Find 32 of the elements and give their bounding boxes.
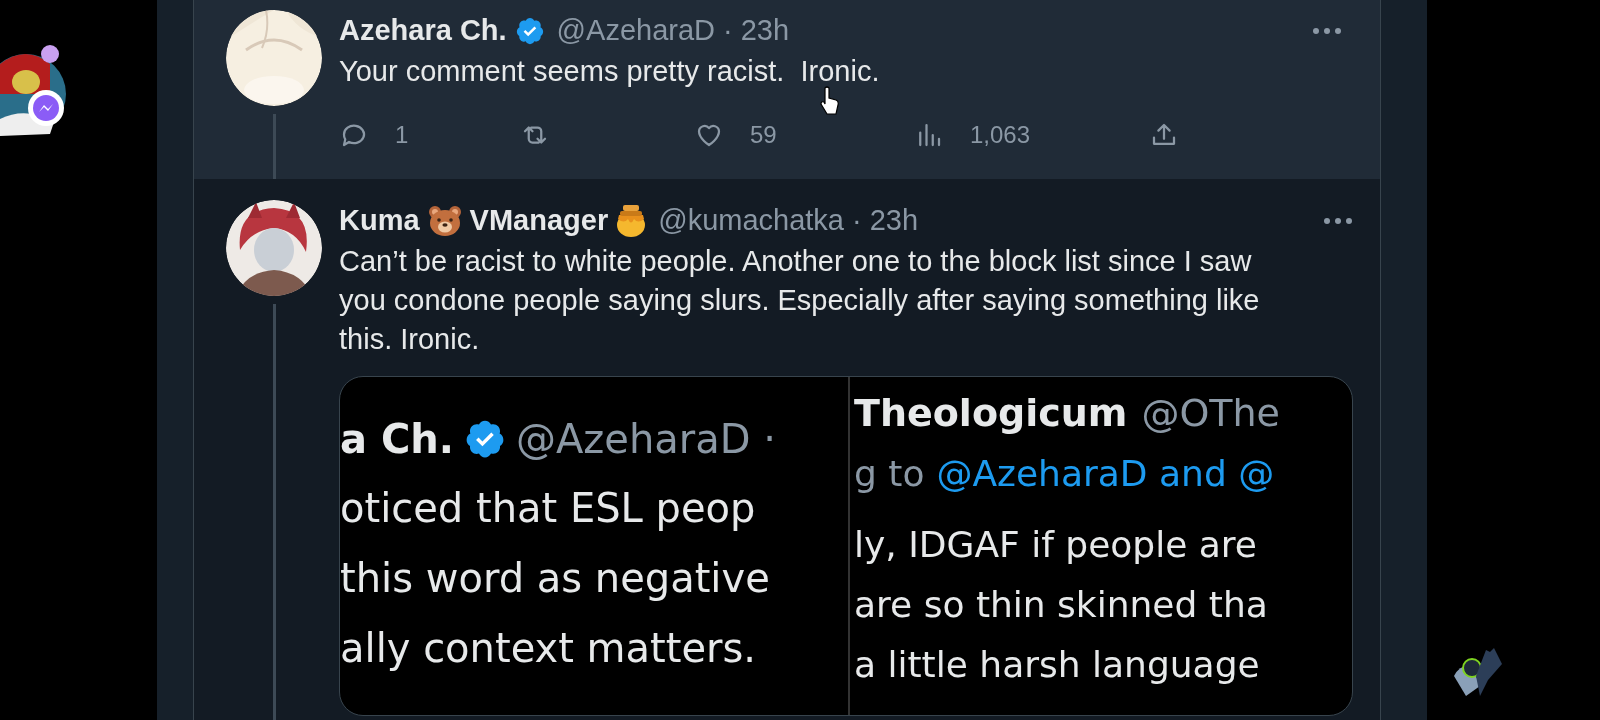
- tweet-text-line: this word as negative: [340, 554, 771, 603]
- more-options-icon[interactable]: [1323, 217, 1353, 225]
- honey-pot-icon: [616, 204, 647, 238]
- cursor-icon: [820, 86, 840, 116]
- tweet-text-line: oticed that ESL peop: [340, 484, 757, 533]
- like-count: 59: [750, 120, 777, 150]
- tweet-text-line: are so thin skinned tha: [854, 583, 1269, 627]
- author-handle: @OThe: [1141, 390, 1280, 437]
- author-name[interactable]: VManager: [469, 199, 609, 243]
- author-name: Theologicum: [854, 390, 1128, 437]
- screenshot-image[interactable]: a Ch. @AzeharaD · oticed that ESL peop this word as negative ally context matters. Theologicum @OThe g to @AzeharaD and @ ly, IDGAF if people are are so thin skinned tha a little harsh language: [339, 376, 1353, 716]
- reply-count: 1: [395, 120, 409, 150]
- author-name: a Ch.: [340, 415, 454, 464]
- bear-icon: [427, 205, 462, 237]
- timestamp[interactable]: · 23h: [852, 199, 919, 243]
- timestamp[interactable]: · 23h: [723, 9, 790, 53]
- tweet-text-line: a little harsh language: [854, 643, 1261, 687]
- tweet[interactable]: Azehara Ch. @AzeharaD · 23h Your comment seems pretty racist. Ironic. 1 59 1,063: [194, 0, 1380, 179]
- tweet-text: Your comment seems pretty racist. Ironic.: [339, 54, 881, 89]
- mention-link[interactable]: @AzeharaD and @: [936, 447, 1275, 501]
- author-handle: @AzeharaD ·: [515, 415, 776, 464]
- replying-to-label: g to: [854, 452, 925, 496]
- tweet-text-line: ly, IDGAF if people are: [854, 523, 1258, 567]
- author-name[interactable]: Kuma: [339, 199, 420, 243]
- tweet-text: Can’t be racist to white people. Another one to the block list since I saw you condone people saying slurs. Especially after saying something like this. Ironic.: [339, 244, 1261, 357]
- more-options-icon[interactable]: [1312, 27, 1342, 35]
- author-handle[interactable]: @AzeharaD: [556, 9, 715, 53]
- author-name[interactable]: Azehara Ch.: [339, 9, 507, 53]
- tweet-text-line: ally context matters.: [340, 624, 758, 673]
- author-handle[interactable]: @kumachatka: [658, 199, 844, 243]
- tweet[interactable]: [194, 179, 1380, 720]
- views-count: 1,063: [970, 120, 1031, 150]
